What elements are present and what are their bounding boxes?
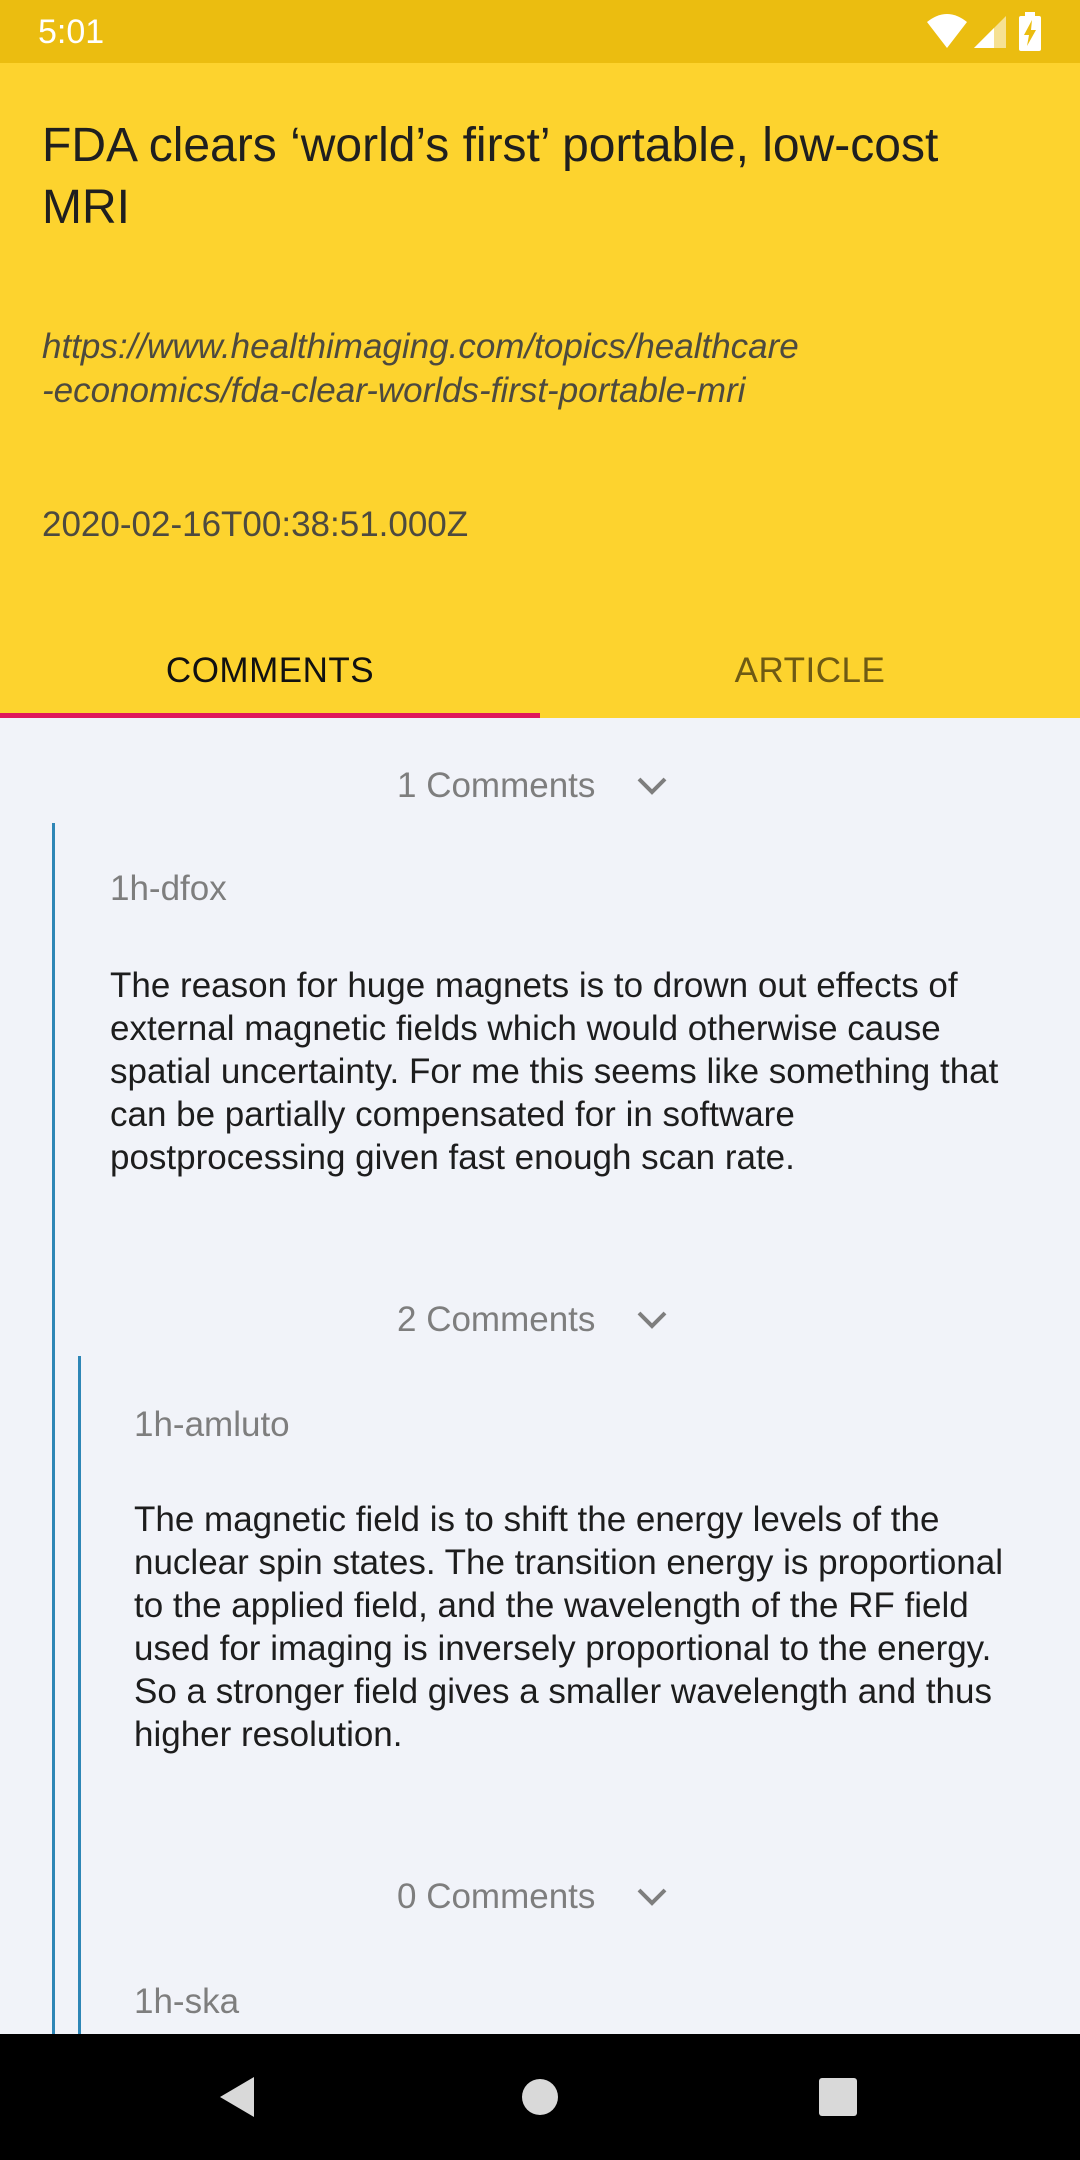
status-icons [926, 12, 1046, 52]
chevron-down-icon [637, 1311, 667, 1329]
comment-author[interactable]: 1h-amluto [134, 1403, 290, 1447]
chevron-down-icon [637, 1888, 667, 1906]
recents-button[interactable] [800, 2034, 880, 2160]
back-icon [220, 2077, 254, 2117]
replies-count: 2 Comments [397, 1300, 596, 1339]
comment-text: The magnetic field is to shift the energ… [134, 1500, 1004, 1754]
system-nav-bar [0, 2034, 1080, 2160]
replies-toggle[interactable]: 2 Comments [397, 1295, 677, 1345]
comment-text: The reason for huge magnets is to drown … [110, 966, 999, 1177]
thread-line-level-2 [78, 1356, 81, 2034]
status-time: 5:01 [38, 13, 105, 51]
article-url[interactable]: https://www.healthimaging.com/topics/hea… [42, 325, 1042, 413]
root-comments-count: 1 Comments [397, 766, 596, 805]
home-button[interactable] [500, 2034, 580, 2160]
wifi-icon [927, 14, 967, 48]
article-header: FDA clears ‘world’s first’ portable, low… [0, 63, 1080, 718]
comment-author[interactable]: 1h-dfox [110, 867, 227, 911]
article-timestamp: 2020-02-16T00:38:51.000Z [42, 505, 469, 544]
comment-author[interactable]: 1h-ska [134, 1980, 239, 2024]
back-button[interactable] [200, 2034, 280, 2160]
replies-count: 0 Comments [397, 1877, 596, 1916]
tab-comments[interactable]: COMMENTS [0, 625, 540, 717]
home-icon [522, 2079, 558, 2115]
recents-icon [819, 2078, 857, 2116]
status-bar: 5:01 [0, 0, 1080, 63]
chevron-down-icon [637, 777, 667, 795]
root-comments-toggle[interactable]: 1 Comments [397, 761, 677, 811]
tab-article[interactable]: ARTICLE [540, 625, 1080, 717]
thread-line-level-1 [52, 823, 55, 2034]
comments-list[interactable]: 1 Comments 1h-dfox The reason for huge m… [0, 718, 1080, 2034]
replies-toggle[interactable]: 0 Comments [397, 1872, 677, 1922]
article-title: FDA clears ‘world’s first’ portable, low… [42, 119, 939, 234]
signal-icon [974, 16, 1006, 48]
battery-charging-icon [1019, 12, 1041, 51]
